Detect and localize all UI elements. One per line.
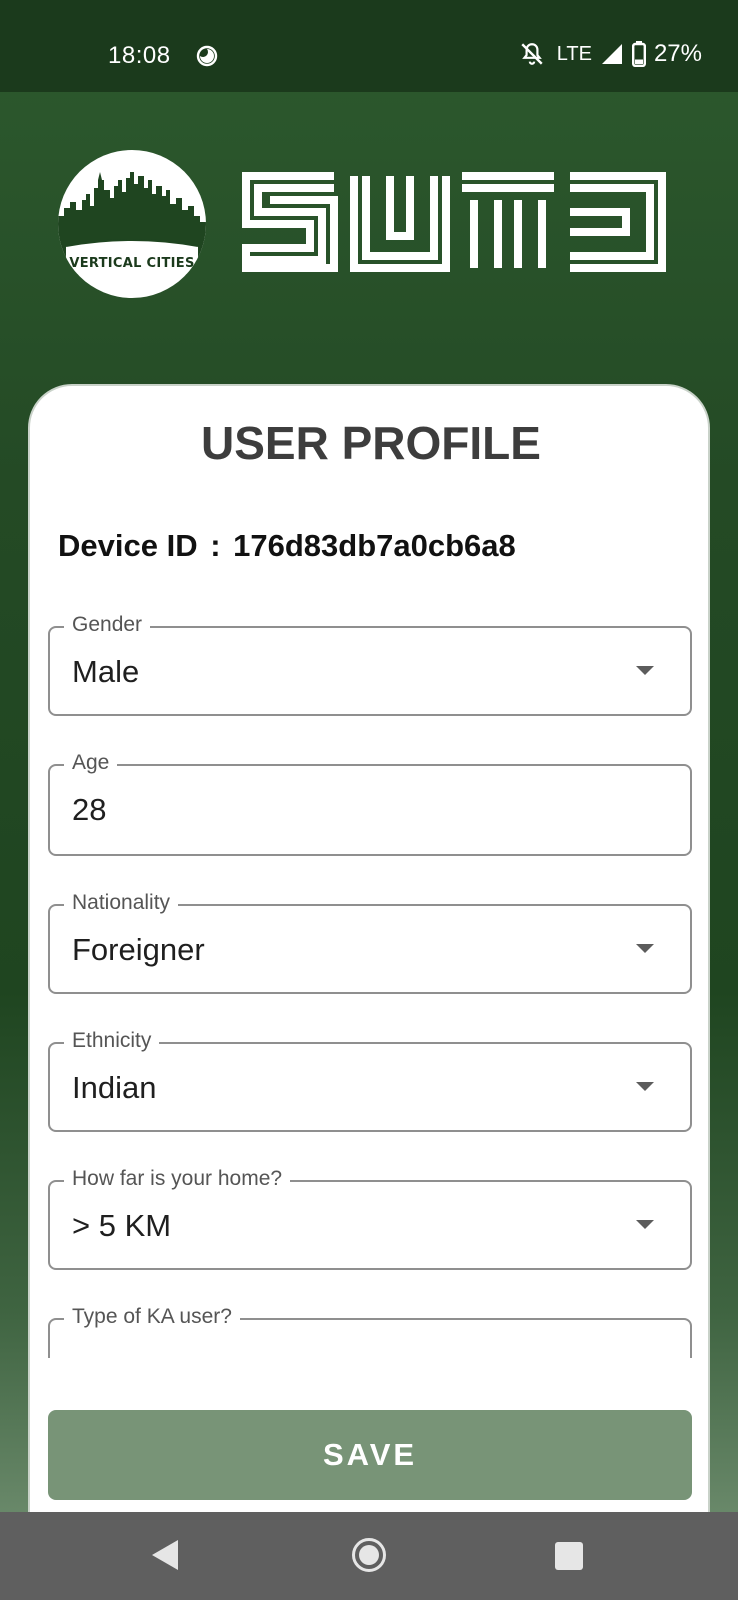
status-icons: LTE 27% — [519, 40, 702, 68]
recent-apps-icon[interactable] — [555, 1542, 583, 1570]
home-icon[interactable] — [352, 1538, 386, 1572]
save-button[interactable]: SAVE — [48, 1410, 692, 1500]
skyline-icon — [58, 172, 206, 274]
nationality-value: Foreigner — [72, 932, 205, 967]
back-icon[interactable] — [152, 1540, 178, 1570]
dropdown-arrow-icon — [636, 1082, 654, 1091]
signal-icon — [601, 44, 622, 64]
nationality-label: Nationality — [64, 891, 179, 915]
device-id-row: Device ID : 176d83db7a0cb6a8 — [58, 528, 516, 564]
dropdown-arrow-icon — [636, 1220, 654, 1229]
ethnicity-value: Indian — [72, 1070, 157, 1105]
ka-user-type-dropdown[interactable]: Type of KA user? — [48, 1305, 692, 1358]
moon-icon — [196, 45, 218, 67]
gender-label: Gender — [64, 613, 151, 637]
battery-percent: 27% — [653, 40, 702, 67]
age-field[interactable]: Age 28 — [48, 751, 692, 856]
notifications-off-icon — [521, 43, 543, 65]
status-bar: 18:08 LTE 27% — [0, 0, 738, 92]
device-id-value: 176d83db7a0cb6a8 — [233, 528, 516, 563]
navigation-bar — [0, 1512, 738, 1600]
device-id-label: Device ID — [58, 528, 198, 563]
ethnicity-dropdown[interactable]: Ethnicity Indian — [48, 1029, 692, 1132]
user-profile-card: USER PROFILE Device ID : 176d83db7a0cb6a… — [28, 384, 710, 1514]
logo-caption: VERTICAL CITIES — [69, 256, 195, 271]
ethnicity-label: Ethnicity — [64, 1029, 160, 1053]
gender-dropdown[interactable]: Gender Male — [48, 613, 692, 716]
home-distance-dropdown[interactable]: How far is your home? > 5 KM — [48, 1167, 692, 1270]
age-label: Age — [64, 751, 118, 775]
gender-value: Male — [72, 654, 140, 689]
vertical-cities-logo: VERTICAL CITIES — [58, 150, 206, 298]
age-value: 28 — [72, 792, 107, 827]
status-time: 18:08 — [108, 42, 171, 69]
ka-user-type-label: Type of KA user? — [64, 1305, 240, 1329]
nationality-dropdown[interactable]: Nationality Foreigner — [48, 891, 692, 994]
sutd-logo-icon — [242, 172, 666, 272]
battery-icon — [631, 41, 646, 67]
dropdown-arrow-icon — [636, 944, 654, 953]
network-type: LTE — [556, 42, 592, 65]
home-distance-label: How far is your home? — [64, 1167, 291, 1191]
device-id-separator: : — [201, 528, 230, 563]
home-distance-value: > 5 KM — [72, 1208, 172, 1243]
page-title: USER PROFILE — [201, 417, 541, 469]
dropdown-arrow-icon — [636, 666, 654, 675]
